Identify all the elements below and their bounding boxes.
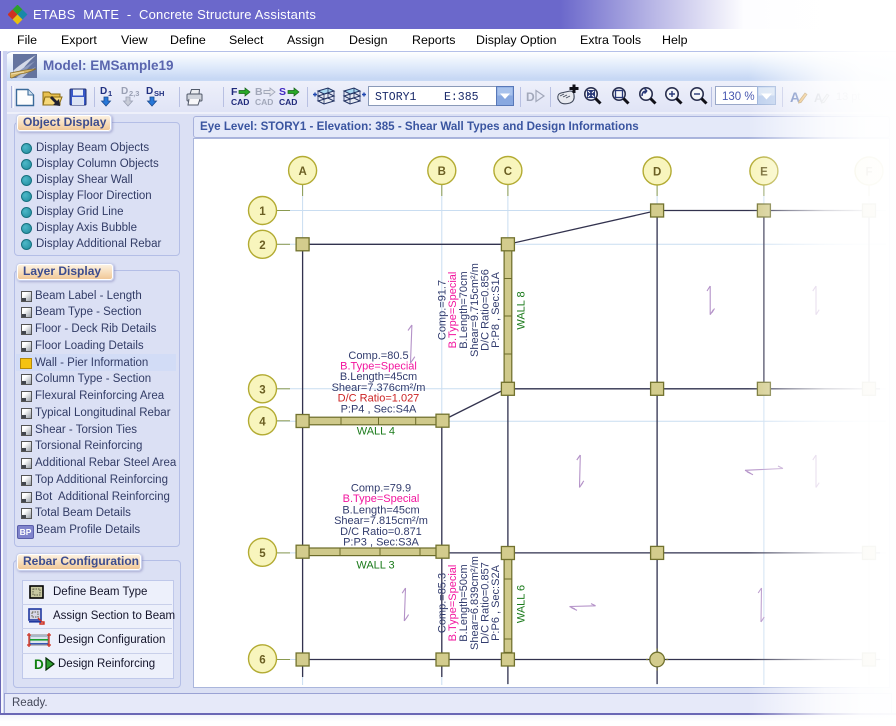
svg-text:CAD: CAD (231, 97, 249, 107)
svg-text:P:P8 , Sec:S1A: P:P8 , Sec:S1A (490, 271, 502, 347)
svg-text:B.Type=Special: B.Type=Special (343, 493, 420, 505)
svg-text:P:P6 , Sec:S2A: P:P6 , Sec:S2A (490, 564, 502, 640)
svg-text:B: B (438, 166, 446, 178)
svg-text:P:P4 , Sec:S4A: P:P4 , Sec:S4A (341, 403, 417, 415)
svg-text:WALL 8: WALL 8 (515, 291, 527, 329)
svg-text:E:385: E:385 (444, 91, 479, 104)
svg-text:CAD: CAD (279, 97, 297, 107)
svg-text:WALL 4: WALL 4 (357, 425, 395, 437)
svg-text:130 %: 130 % (722, 91, 755, 103)
svg-text:2,3: 2,3 (129, 89, 139, 98)
svg-text:1: 1 (259, 206, 266, 218)
svg-text:C: C (504, 166, 512, 178)
svg-text:D: D (121, 86, 128, 97)
svg-text:E: E (760, 167, 768, 179)
svg-text:D: D (34, 657, 44, 671)
svg-text:1: 1 (108, 89, 112, 98)
svg-text:P:P3 , Sec:S3A: P:P3 , Sec:S3A (343, 537, 419, 549)
svg-text:F: F (865, 167, 872, 179)
svg-text:D: D (653, 167, 661, 179)
svg-text:2: 2 (259, 240, 265, 252)
svg-text:WALL 6: WALL 6 (515, 585, 527, 623)
svg-text:6: 6 (259, 654, 265, 666)
svg-text:3: 3 (259, 384, 265, 396)
svg-text:D: D (526, 90, 535, 104)
svg-text:D: D (146, 86, 153, 97)
svg-text:5: 5 (259, 548, 266, 560)
svg-text:D: D (100, 86, 107, 97)
svg-text:13 pt: 13 pt (836, 91, 860, 103)
svg-text:WALL 3: WALL 3 (356, 559, 394, 571)
svg-text:A: A (298, 166, 306, 178)
svg-text:SH: SH (154, 89, 164, 98)
svg-text:CAD: CAD (255, 97, 273, 107)
svg-text:4: 4 (259, 416, 266, 428)
svg-text:STORY1: STORY1 (375, 91, 417, 104)
